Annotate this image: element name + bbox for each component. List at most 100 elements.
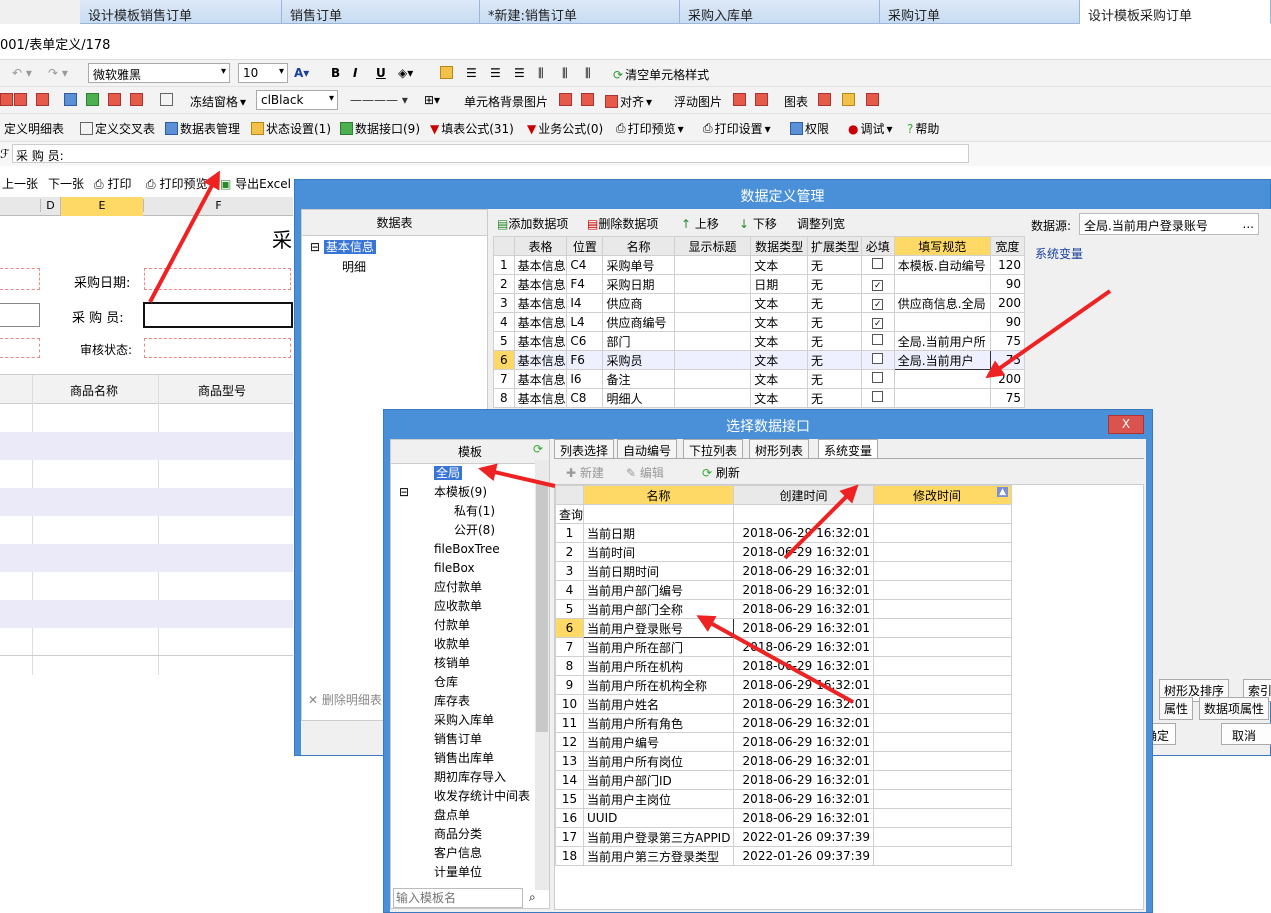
chart-bar-icon[interactable] xyxy=(818,93,831,106)
checkbox-icon[interactable]: ✓ xyxy=(872,318,884,329)
border-icon[interactable]: ⊞▾ xyxy=(424,93,440,107)
cancel-button[interactable]: 取消 xyxy=(1221,723,1271,745)
required-checkbox[interactable] xyxy=(860,255,895,275)
template-tree-item[interactable]: 库存表 xyxy=(391,692,549,711)
print-setting-button[interactable]: ⎙ 打印设置 ▾ xyxy=(703,120,771,137)
tab-auto-number[interactable]: 自动编号 xyxy=(617,439,678,458)
adjust-width-button[interactable]: 调整列宽 xyxy=(797,215,845,232)
created-time[interactable]: 2018-06-29 16:32:01 xyxy=(733,580,874,600)
data-item-cell[interactable]: 文本 xyxy=(750,255,809,275)
left-cell-2[interactable] xyxy=(0,303,40,327)
created-time[interactable]: 2018-06-29 16:32:01 xyxy=(733,770,874,790)
data-item-cell[interactable]: 部门 xyxy=(602,331,675,351)
tab-list-select[interactable]: 列表选择 xyxy=(554,439,615,458)
data-item-cell[interactable]: 全局.当前用户所 xyxy=(893,331,991,351)
checkbox-icon[interactable]: ✓ xyxy=(872,280,884,291)
print-preview-button[interactable]: ⎙ 打印预览 ▾ xyxy=(616,120,684,137)
template-tree-item[interactable]: 应收款单 xyxy=(391,597,549,616)
created-time[interactable]: 2018-06-29 16:32:01 xyxy=(733,675,874,695)
line-style-select[interactable]: ———— ▾ xyxy=(350,93,408,107)
tree-node-main[interactable]: ⊟ 基本信息 xyxy=(302,236,487,257)
data-item-cell[interactable]: 文本 xyxy=(750,369,809,389)
required-checkbox[interactable]: ✓ xyxy=(860,293,895,313)
data-item-cell[interactable]: 基本信息 xyxy=(513,312,568,332)
modified-time[interactable] xyxy=(873,542,1012,562)
col-name-header[interactable]: 名称 xyxy=(583,485,734,505)
system-variable-row[interactable]: 2 当前时间 2018-06-29 16:32:01 xyxy=(555,542,1012,562)
refresh-tree-icon[interactable]: ⟳ xyxy=(533,442,543,456)
created-time[interactable]: 2018-06-29 16:32:01 xyxy=(733,789,874,809)
debug-button[interactable]: ● 调试 ▾ xyxy=(848,120,893,137)
sheet-icon[interactable] xyxy=(0,93,13,106)
define-cross-button[interactable]: 定义交叉表 xyxy=(80,120,155,137)
required-checkbox[interactable] xyxy=(860,331,895,351)
created-time[interactable]: 2018-06-29 16:32:01 xyxy=(733,713,874,733)
export-excel-button[interactable]: ▣ 导出Excel xyxy=(220,175,291,192)
template-tree-item[interactable]: 私有(1) xyxy=(391,502,549,521)
data-item-cell[interactable]: 采购日期 xyxy=(602,274,675,294)
data-item-cell[interactable]: 基本信息 xyxy=(513,255,568,275)
sheet-del-icon[interactable] xyxy=(36,93,49,106)
required-checkbox[interactable]: ✓ xyxy=(860,274,895,294)
data-item-cell[interactable]: C8 xyxy=(566,388,604,408)
move-down-button[interactable]: ↓ 下移 xyxy=(739,215,777,232)
collapse-icon[interactable]: ⊟ xyxy=(399,483,409,502)
modified-time[interactable] xyxy=(873,561,1012,581)
variable-name[interactable]: 当前用户部门编号 xyxy=(583,580,734,600)
font-color-icon[interactable]: A▾ xyxy=(294,66,309,80)
system-variable-row[interactable]: 10 当前用户姓名 2018-06-29 16:32:01 xyxy=(555,694,1012,714)
font-select[interactable]: 微软雅黑 xyxy=(88,63,230,83)
required-checkbox[interactable]: ✓ xyxy=(860,312,895,332)
data-item-row[interactable]: 6基本信息F6采购员文本无全局.当前用户75 xyxy=(493,350,1026,370)
align-left-icon[interactable]: ☰ xyxy=(466,66,477,80)
system-variable-row[interactable]: 17 当前用户登录第三方APPID 2022-01-26 09:37:39 xyxy=(555,827,1012,847)
data-item-cell[interactable]: 90 xyxy=(989,312,1026,332)
data-item-cell[interactable] xyxy=(673,293,752,313)
template-tree-item[interactable]: 收发存统计中间表 xyxy=(391,787,549,806)
business-formula-button[interactable]: ▼ 业务公式(0) xyxy=(527,120,603,137)
insert-row-icon[interactable] xyxy=(64,93,77,106)
required-checkbox[interactable] xyxy=(860,350,895,370)
system-variable-row[interactable]: 18 当前用户第三方登录类型 2022-01-26 09:37:39 xyxy=(555,846,1012,866)
delete-col-icon[interactable] xyxy=(130,93,143,106)
data-item-cell[interactable]: 无 xyxy=(807,293,862,313)
system-variable-row[interactable]: 3 当前日期时间 2018-06-29 16:32:01 xyxy=(555,561,1012,581)
chart-pie-icon[interactable] xyxy=(866,93,879,106)
data-item-cell[interactable]: L4 xyxy=(566,312,604,332)
valign-middle-icon[interactable]: ⫼ xyxy=(562,66,568,81)
move-up-button[interactable]: ↑ 上移 xyxy=(681,215,719,232)
cell-bg-button[interactable]: 单元格背景图片 xyxy=(464,93,548,110)
status-setting-button[interactable]: 状态设置(1) xyxy=(251,120,331,137)
variable-name[interactable]: 当前用户所在部门 xyxy=(583,637,734,657)
template-search-input[interactable] xyxy=(393,888,523,908)
checkbox-icon[interactable]: ✓ xyxy=(872,299,884,310)
template-tree-item[interactable]: 盘点单 xyxy=(391,806,549,825)
created-time[interactable]: 2022-01-26 09:37:39 xyxy=(733,846,874,866)
undo-icon[interactable]: ↶ ▾ xyxy=(12,66,32,80)
data-item-cell[interactable]: 文本 xyxy=(750,331,809,351)
datatable-manage-button[interactable]: 数据表管理 xyxy=(165,120,240,137)
template-tree-item[interactable]: fileBox xyxy=(391,559,549,578)
variable-name[interactable]: 当前用户主岗位 xyxy=(583,789,734,809)
data-item-cell[interactable]: 文本 xyxy=(750,293,809,313)
data-item-cell[interactable]: 备注 xyxy=(602,369,675,389)
data-item-cell[interactable]: 全局.当前用户 xyxy=(893,350,991,370)
required-checkbox[interactable] xyxy=(860,369,895,389)
tab-design-sales-order[interactable]: 设计模板销售订单 xyxy=(80,0,282,24)
variable-name[interactable]: 当前用户姓名 xyxy=(583,694,734,714)
variable-name[interactable]: 当前用户部门ID xyxy=(583,770,734,790)
modified-time[interactable] xyxy=(873,580,1012,600)
tab-system-variable[interactable]: 系统变量 xyxy=(818,439,879,458)
data-item-cell[interactable]: I4 xyxy=(566,293,604,313)
variable-name[interactable]: 当前用户登录第三方APPID xyxy=(583,827,734,847)
data-item-cell[interactable]: 文本 xyxy=(750,312,809,332)
variable-name[interactable]: 当前日期时间 xyxy=(583,561,734,581)
data-item-cell[interactable]: 无 xyxy=(807,331,862,351)
template-tree-item[interactable]: 客户信息 xyxy=(391,844,549,863)
float-image-button[interactable]: 浮动图片 xyxy=(674,93,722,110)
modified-time[interactable] xyxy=(873,770,1012,790)
tab-purchase-inbound[interactable]: 采购入库单 xyxy=(680,0,880,24)
data-item-row[interactable]: 5 基本信息 C6 部门 文本无 全局.当前用户所 75 xyxy=(493,331,1026,351)
next-button[interactable]: 下一张 xyxy=(48,175,84,192)
variable-name[interactable]: 当前用户第三方登录类型 xyxy=(583,846,734,866)
